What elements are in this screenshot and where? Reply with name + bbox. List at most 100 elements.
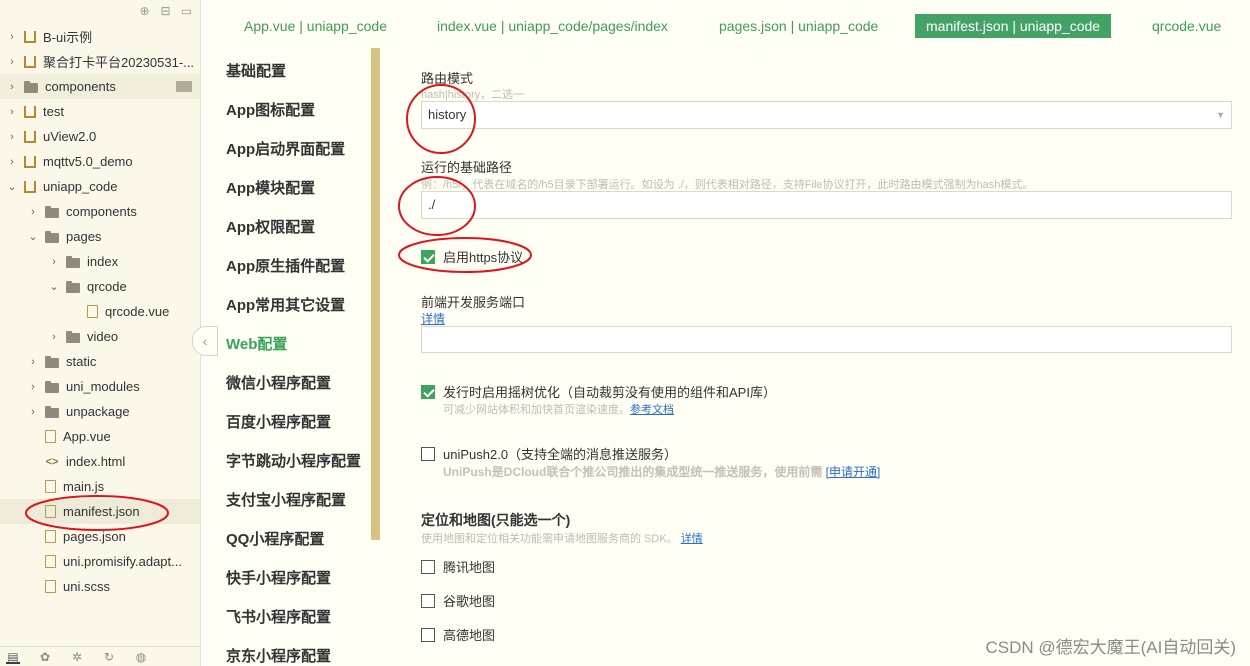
collapse-nav-icon[interactable]: ‹ — [192, 326, 218, 356]
map-detail-link[interactable]: 详情 — [681, 533, 703, 545]
tree-item[interactable]: main.js — [0, 474, 200, 499]
nav-kuaishou-mp-config[interactable]: 快手小程序配置 — [226, 567, 331, 588]
tree-item[interactable]: › video — [0, 324, 200, 349]
tree-item[interactable]: › test — [0, 99, 200, 124]
tab-manifest-json[interactable]: manifest.json | uniapp_code — [915, 14, 1112, 38]
tree-item[interactable]: <> index.html — [0, 449, 200, 474]
tree-item[interactable]: › unpackage — [0, 399, 200, 424]
minimize-icon[interactable]: ▭ — [180, 5, 193, 18]
chevron-down-icon[interactable]: ⌄ — [48, 280, 60, 293]
nav-toutiao-mp-config[interactable]: 字节跳动小程序配置 — [226, 450, 361, 471]
tree-item[interactable]: ⌄ qrcode — [0, 274, 200, 299]
debug-icon[interactable]: ✲ — [70, 650, 84, 664]
tab-qrcode-vue[interactable]: qrcode.vue — [1141, 14, 1232, 38]
html-file-icon: <> — [45, 455, 59, 468]
unipush-option[interactable]: uniPush2.0（支持全端的消息推送服务） — [421, 444, 677, 463]
tree-item[interactable]: ⌄ pages — [0, 224, 200, 249]
editor-tab-bar: App.vue | uniapp_code index.vue | uniapp… — [202, 0, 1250, 48]
chevron-right-icon[interactable]: › — [6, 131, 18, 143]
unipush-checkbox[interactable] — [421, 446, 435, 461]
tree-item-label: mqttv5.0_demo — [43, 154, 133, 169]
tree-item[interactable]: › components — [0, 199, 200, 224]
nav-qq-mp-config[interactable]: QQ小程序配置 — [226, 528, 324, 549]
chevron-down-icon[interactable]: ⌄ — [6, 180, 18, 193]
plugin-icon[interactable]: ✿ — [38, 650, 52, 664]
tab-index-vue[interactable]: index.vue | uniapp_code/pages/index — [426, 14, 679, 38]
tree-item[interactable]: › uView2.0 — [0, 124, 200, 149]
map-option-tencent[interactable]: 腾讯地图 — [421, 557, 495, 576]
nav-app-module-config[interactable]: App模块配置 — [226, 177, 315, 198]
folder-icon — [45, 405, 59, 418]
tree-item[interactable]: uni.promisify.adapt... — [0, 549, 200, 574]
tree-item-label: uni.promisify.adapt... — [63, 554, 182, 569]
tree-item-label: main.js — [63, 479, 105, 494]
tree-item[interactable]: › static — [0, 349, 200, 374]
tab-pages-json[interactable]: pages.json | uniapp_code — [708, 14, 889, 38]
chevron-right-icon[interactable]: › — [6, 156, 18, 168]
map-option-amap[interactable]: 高德地图 — [421, 625, 495, 644]
folder-icon — [24, 80, 38, 93]
tree-item[interactable]: › 聚合打卡平台20230531-... — [0, 49, 200, 74]
tree-item-label: static — [66, 354, 97, 369]
treeshake-option[interactable]: 发行时启用摇树优化（自动裁剪没有使用的组件和API库） — [421, 382, 776, 401]
tree-item[interactable]: › uni_modules — [0, 374, 200, 399]
tree-item[interactable]: manifest.json — [0, 499, 200, 524]
nav-app-splash-config[interactable]: App启动界面配置 — [226, 138, 345, 159]
chevron-right-icon[interactable]: › — [6, 106, 18, 118]
chevron-right-icon[interactable]: › — [27, 206, 39, 218]
tree-item[interactable]: › components — [0, 74, 200, 99]
chevron-right-icon[interactable]: › — [6, 81, 18, 93]
tree-item[interactable]: ⌄ uniapp_code — [0, 174, 200, 199]
https-checkbox[interactable] — [421, 249, 435, 264]
locate-icon[interactable]: ⊕ — [138, 5, 151, 18]
tree-item[interactable]: App.vue — [0, 424, 200, 449]
nav-jd-mp-config[interactable]: 京东小程序配置 — [226, 645, 331, 666]
chevron-down-icon[interactable]: ⌄ — [27, 230, 39, 243]
file-icon — [45, 580, 56, 593]
https-option[interactable]: 启用https协议 — [421, 247, 523, 266]
tencent-map-checkbox[interactable] — [421, 559, 435, 574]
open-folder-icon[interactable] — [176, 81, 192, 92]
nav-feishu-mp-config[interactable]: 飞书小程序配置 — [226, 606, 331, 627]
chevron-right-icon[interactable]: › — [27, 381, 39, 393]
chevron-right-icon[interactable]: › — [27, 356, 39, 368]
collapse-all-icon[interactable]: ⊟ — [159, 5, 172, 18]
google-map-checkbox[interactable] — [421, 593, 435, 608]
refresh-icon[interactable]: ↻ — [102, 650, 116, 664]
chevron-right-icon[interactable]: › — [27, 406, 39, 418]
globe-icon[interactable]: ◍ — [134, 650, 148, 664]
dev-port-detail-link[interactable]: 详情 — [421, 310, 445, 327]
tab-app-vue[interactable]: App.vue | uniapp_code — [233, 14, 398, 38]
nav-alipay-mp-config[interactable]: 支付宝小程序配置 — [226, 489, 346, 510]
nav-web-config[interactable]: Web配置 — [226, 333, 287, 354]
chevron-right-icon[interactable]: › — [6, 31, 18, 43]
tree-item[interactable]: › B-ui示例 — [0, 24, 200, 49]
tree-item[interactable]: › index — [0, 249, 200, 274]
map-option-google[interactable]: 谷歌地图 — [421, 591, 495, 610]
treeshake-checkbox[interactable] — [421, 384, 435, 399]
explorer-toolbar: ⊕ ⊟ ▭ — [0, 0, 200, 24]
nav-scrollbar[interactable] — [371, 48, 380, 540]
tree-item[interactable]: pages.json — [0, 524, 200, 549]
base-path-input[interactable]: ./ — [421, 191, 1232, 219]
nav-baidu-mp-config[interactable]: 百度小程序配置 — [226, 411, 331, 432]
nav-weixin-mp-config[interactable]: 微信小程序配置 — [226, 372, 331, 393]
nav-basic-config[interactable]: 基础配置 — [226, 60, 286, 81]
chevron-right-icon[interactable]: › — [6, 56, 18, 68]
nav-app-other-settings[interactable]: App常用其它设置 — [226, 294, 345, 315]
file-icon — [45, 430, 56, 443]
nav-app-permission-config[interactable]: App权限配置 — [226, 216, 315, 237]
tree-item[interactable]: › mqttv5.0_demo — [0, 149, 200, 174]
dev-port-input[interactable] — [421, 326, 1232, 353]
nav-app-icon-config[interactable]: App图标配置 — [226, 99, 315, 120]
amap-checkbox[interactable] — [421, 627, 435, 642]
treeshake-doc-link[interactable]: 参考文档 — [630, 404, 674, 416]
tree-item[interactable]: qrcode.vue — [0, 299, 200, 324]
chevron-right-icon[interactable]: › — [48, 331, 60, 343]
tree-item[interactable]: uni.scss — [0, 574, 200, 599]
chevron-right-icon[interactable]: › — [48, 256, 60, 268]
nav-app-native-plugin-config[interactable]: App原生插件配置 — [226, 255, 345, 276]
unipush-apply-link[interactable]: [申请开通] — [826, 465, 881, 479]
project-view-icon[interactable]: ▤ — [6, 650, 20, 664]
router-mode-select[interactable]: history ▼ — [421, 101, 1232, 129]
